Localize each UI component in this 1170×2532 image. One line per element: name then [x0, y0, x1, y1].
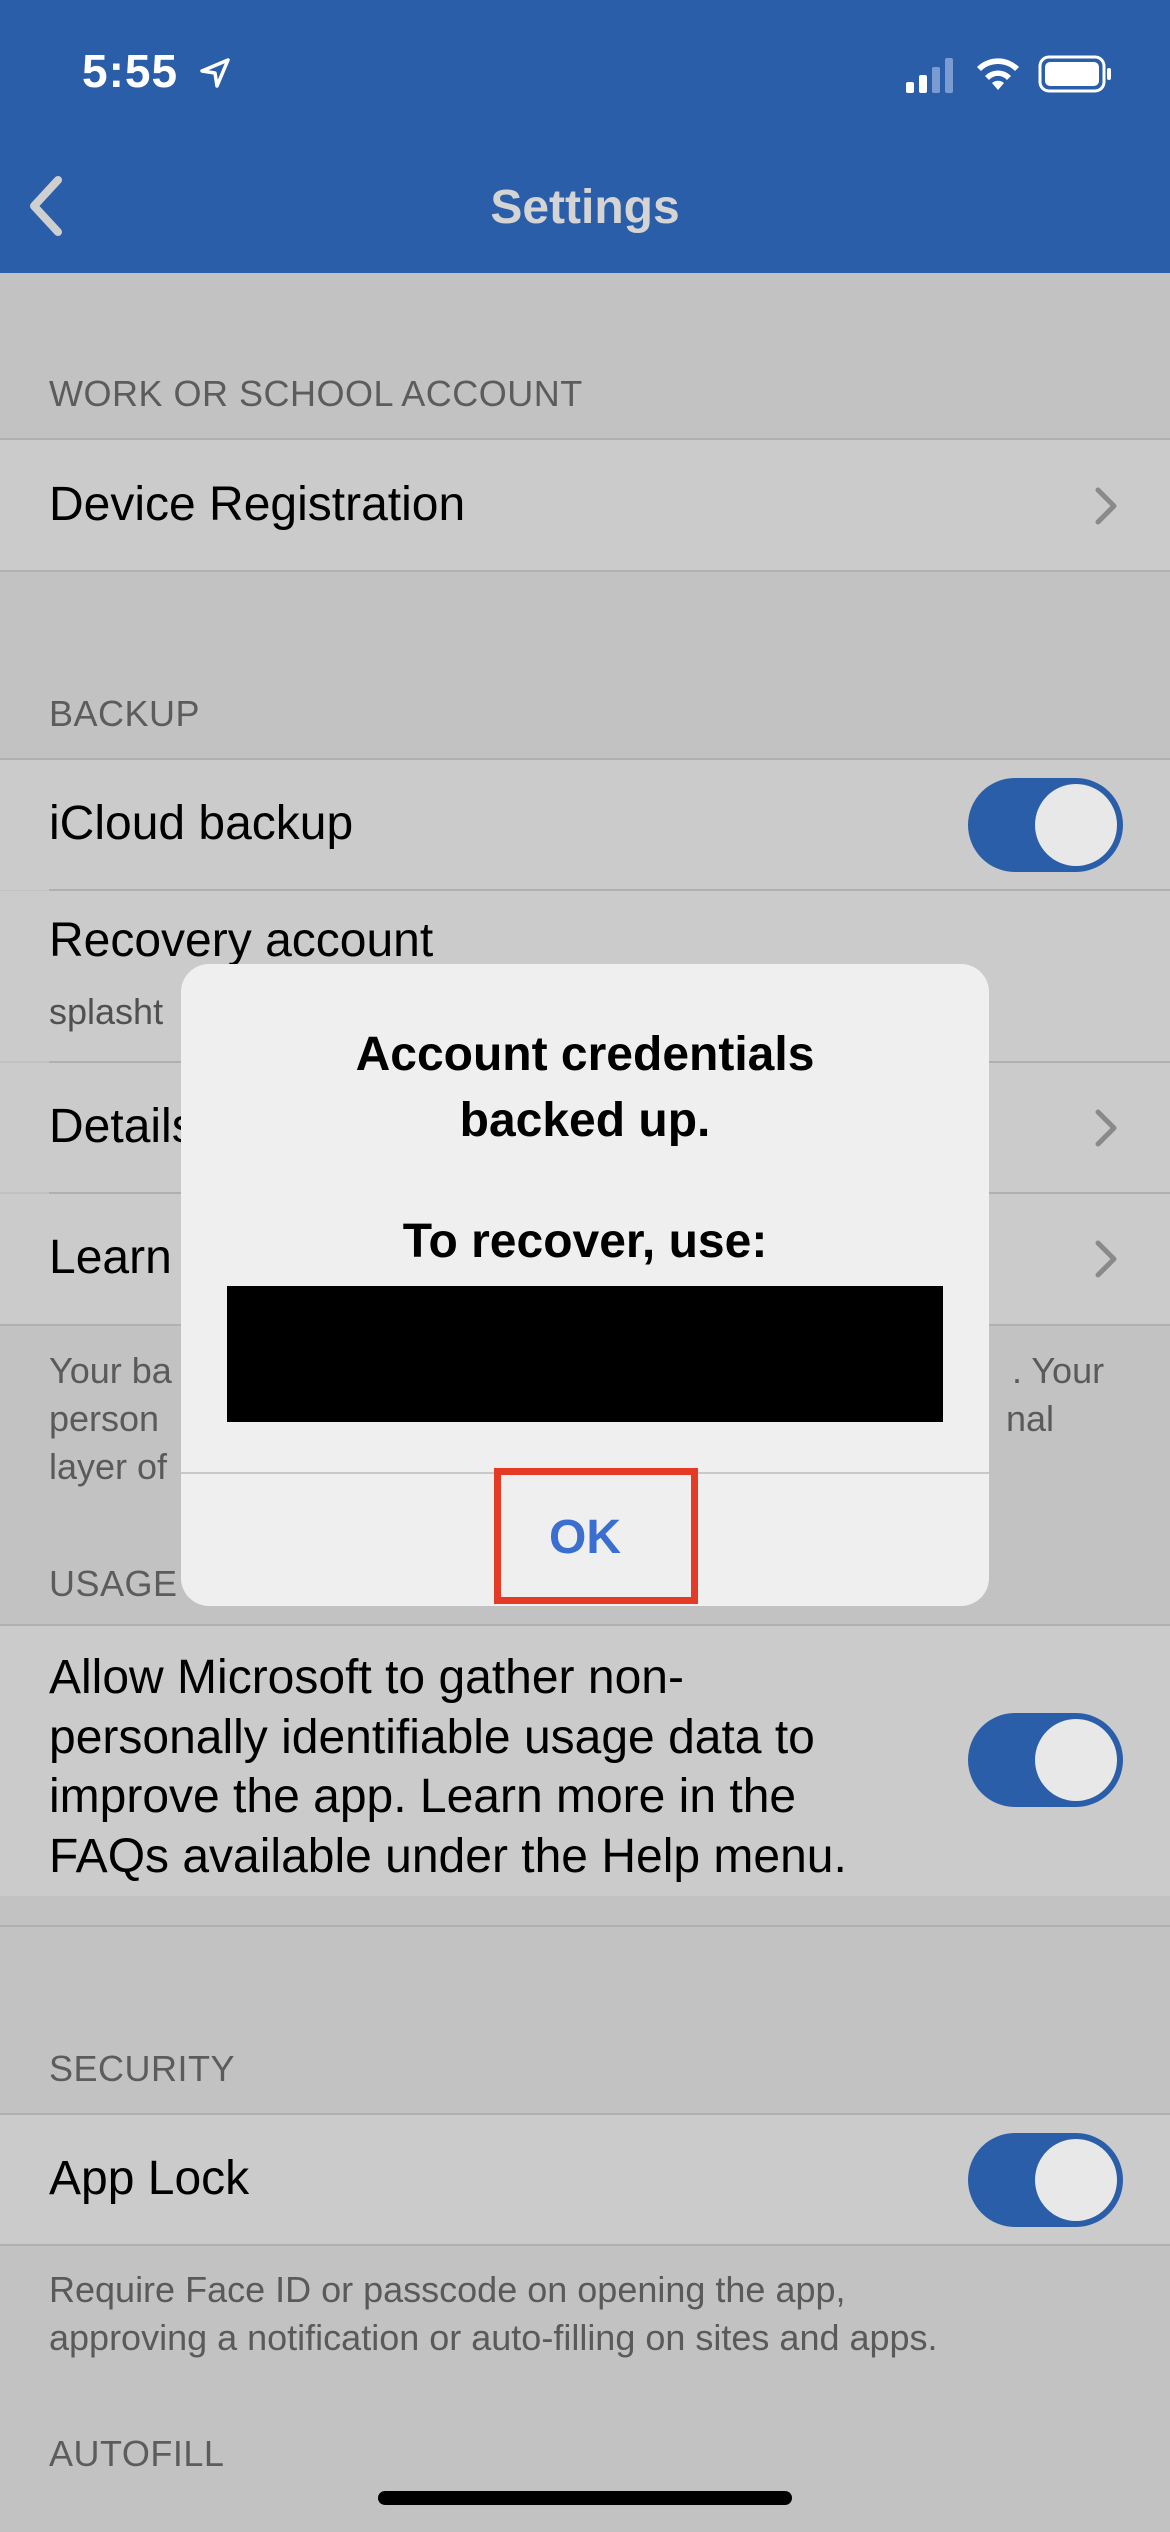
app-lock-row: App Lock: [0, 2115, 1170, 2245]
divider: [0, 1925, 1170, 1927]
backup-footer-text: layer of: [49, 1446, 168, 1487]
usage-text: FAQs available under the Help menu.: [49, 1830, 847, 1883]
device-registration-row[interactable]: Device Registration: [0, 440, 1170, 571]
app-lock-label: App Lock: [49, 2152, 250, 2205]
redacted-block: [227, 1286, 943, 1422]
usage-text: improve the app. Learn more in the: [49, 1770, 797, 1823]
section-header-usage: USAGE: [49, 1563, 178, 1604]
icloud-backup-label: iCloud backup: [49, 797, 354, 850]
divider: [0, 570, 1170, 572]
ok-highlight-box: [494, 1468, 698, 1604]
device-registration-label: Device Registration: [49, 478, 466, 531]
dialog-title: Account credentials backed up.: [181, 1022, 989, 1154]
chevron-right-icon: [1095, 1109, 1117, 1147]
backup-footer-text: Your ba: [49, 1350, 172, 1391]
toggle-knob: [1035, 1719, 1117, 1801]
details-label: Details: [49, 1100, 196, 1153]
dialog-title-line: Account credentials: [355, 1028, 815, 1081]
wifi-icon: [977, 58, 1019, 90]
dialog-title-line: backed up.: [459, 1094, 711, 1147]
section-header-autofill: AUTOFILL: [49, 2433, 225, 2474]
backup-footer-text: nal: [1006, 1398, 1055, 1439]
learn-label: Learn: [49, 1231, 172, 1284]
icloud-backup-toggle[interactable]: [968, 778, 1123, 872]
navigation-header: 5:55 Settings: [0, 0, 1170, 273]
section-header-work: WORK OR SCHOOL ACCOUNT: [49, 373, 583, 414]
battery-icon: [1038, 55, 1111, 93]
toggle-knob: [1035, 784, 1117, 866]
cellular-signal-icon: [906, 58, 953, 93]
chevron-right-icon: [1095, 1240, 1117, 1278]
security-footer-text: approving a notification or auto-filling…: [49, 2317, 938, 2358]
page-title: Settings: [490, 181, 680, 234]
recovery-account-label: Recovery account: [49, 914, 434, 967]
section-header-backup: BACKUP: [49, 693, 201, 734]
section-header-security: SECURITY: [49, 2048, 236, 2089]
home-indicator: [378, 2491, 792, 2505]
usage-text: Allow Microsoft to gather non-: [49, 1651, 684, 1704]
location-arrow-icon: [200, 58, 230, 88]
security-footer-text: Require Face ID or passcode on opening t…: [49, 2269, 846, 2310]
backup-footer-text: person: [49, 1398, 160, 1439]
divider: [0, 2244, 1170, 2246]
usage-data-toggle[interactable]: [968, 1713, 1123, 1807]
backup-footer-text: . Your: [1012, 1350, 1105, 1391]
usage-data-row: Allow Microsoft to gather non- personall…: [0, 1626, 1170, 1896]
recovery-account-value: splasht: [49, 991, 164, 1032]
dialog-recover-label: To recover, use:: [402, 1215, 768, 1268]
status-time: 5:55: [82, 45, 179, 97]
icloud-backup-row: iCloud backup: [0, 760, 1170, 890]
toggle-knob: [1035, 2139, 1117, 2221]
app-lock-toggle[interactable]: [968, 2133, 1123, 2227]
usage-text: personally identifiable usage data to: [49, 1711, 815, 1764]
chevron-right-icon: [1095, 487, 1117, 525]
